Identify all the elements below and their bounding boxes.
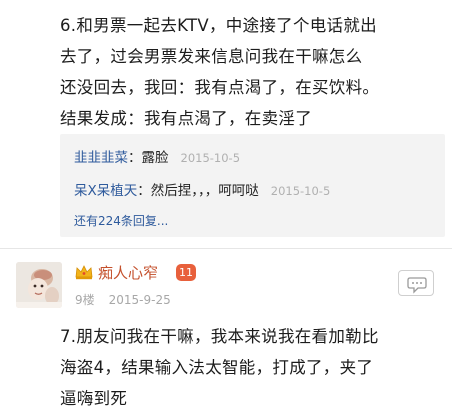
tieba-thread-page: 6.和男票一起去KTV，中途接了个电话就出 去了，过会男票发来信息问我在干嘛怎么… (0, 0, 452, 413)
sub-reply-time: 2015-10-5 (270, 184, 331, 198)
avatar[interactable] (16, 262, 62, 308)
floor-divider (0, 248, 452, 249)
sub-reply-text: ：然后捏，，，呵呵哒 (137, 183, 259, 199)
post-date: 2015-9-25 (108, 293, 171, 307)
floor-meta: 9楼 2015-9-25 (75, 291, 171, 308)
crown-icon (75, 265, 93, 280)
post-line: 7.朋友问我在干嘛，我本来说我在看加勒比 (60, 327, 379, 346)
post-line: 还没回去，我回：我有点渴了，在买饮料。 (60, 78, 380, 97)
post-line: 6.和男票一起去KTV，中途接了个电话就出 (60, 16, 377, 35)
post-content-floor-8: 6.和男票一起去KTV，中途接了个电话就出 去了，过会男票发来信息问我在干嘛怎么… (60, 10, 448, 134)
post-line: 海盗4，结果输入法太智能，打成了，夹了 (60, 358, 374, 377)
post-content-floor-9: 7.朋友问我在干嘛，我本来说我在看加勒比 海盗4，结果输入法太智能，打成了，夹了… (60, 321, 448, 413)
sub-reply-text: ：露脸 (128, 150, 169, 166)
sub-reply-item[interactable]: 韭韭韭菜：露脸 2015-10-5 (74, 146, 240, 166)
floor-number: 9楼 (75, 293, 95, 307)
reply-button[interactable] (398, 270, 434, 296)
more-replies-link[interactable]: 还有224条回复... (74, 212, 168, 229)
post-line: 逼嗨到死 (60, 389, 128, 408)
comment-bubble-icon (407, 277, 427, 294)
sub-reply-box: 韭韭韭菜：露脸 2015-10-5 呆X呆植天：然后捏，，，呵呵哒 2015-10-… (60, 134, 445, 237)
sub-reply-username[interactable]: 呆X呆植天 (74, 183, 137, 199)
level-badge: 11 (176, 264, 196, 281)
sub-reply-time: 2015-10-5 (180, 151, 241, 165)
poster-username[interactable]: 痴人心窄 (98, 262, 158, 283)
post-line: 去了，过会男票发来信息问我在干嘛怎么 (60, 47, 363, 66)
sub-reply-item[interactable]: 呆X呆植天：然后捏，，，呵呵哒 2015-10-5 (74, 179, 330, 199)
avatar-image (16, 262, 62, 308)
post-line: 结果发成：我有点渴了，在卖淫了 (60, 109, 312, 128)
sub-reply-username[interactable]: 韭韭韭菜 (74, 150, 128, 166)
